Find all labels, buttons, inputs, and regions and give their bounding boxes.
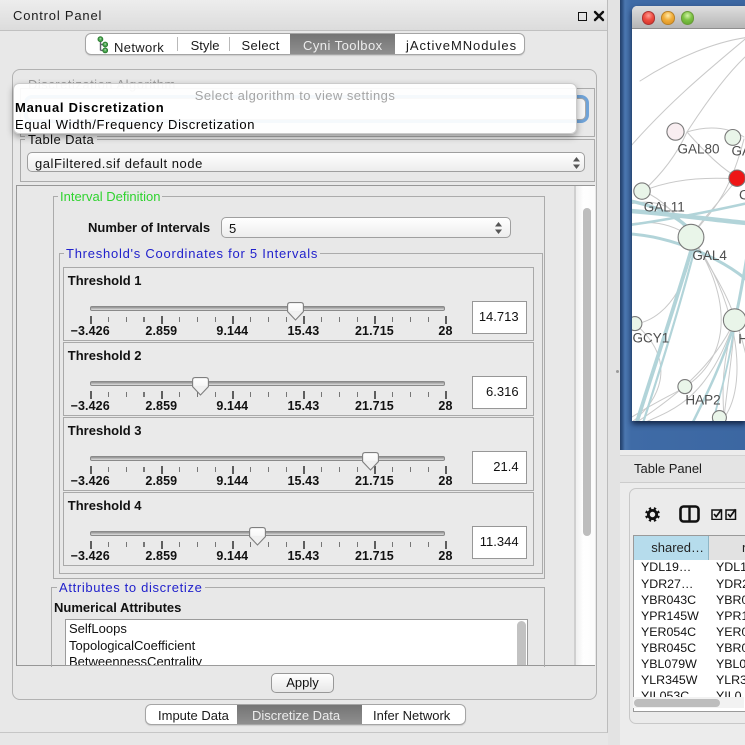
svg-text:GA: GA xyxy=(731,143,745,158)
svg-text:H: H xyxy=(738,331,745,346)
svg-text:C: C xyxy=(739,187,745,202)
svg-text:GCY1: GCY1 xyxy=(632,330,669,345)
svg-text:GAL4: GAL4 xyxy=(692,248,727,263)
svg-text:GAL11: GAL11 xyxy=(643,199,684,214)
svg-text:GAL80: GAL80 xyxy=(677,141,719,156)
svg-text:HAP2: HAP2 xyxy=(685,392,720,407)
